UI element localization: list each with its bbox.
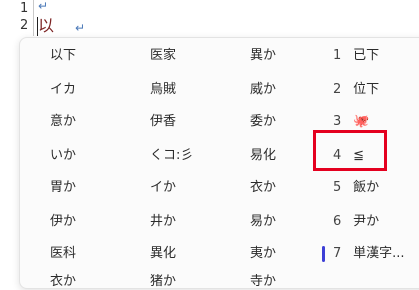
candidate-item[interactable]: 井か <box>150 214 176 230</box>
candidate-text: 位下 <box>353 82 380 97</box>
octopus-emoji-icon: 🐙 <box>353 114 370 129</box>
candidate-number: 1 <box>333 48 342 63</box>
numbered-candidate-1[interactable]: 1 已下 <box>333 48 379 64</box>
return-mark-icon: ↵ <box>75 21 86 35</box>
numbered-candidate-5[interactable]: 5 飯か <box>333 180 379 196</box>
candidate-item[interactable]: くコ:彡 <box>150 148 193 164</box>
candidate-item[interactable]: イか <box>150 180 176 196</box>
numbered-candidate-7[interactable]: 7 単漢字... <box>333 246 405 262</box>
candidate-item[interactable]: 医家 <box>150 48 176 64</box>
candidate-item[interactable]: 以下 <box>50 48 76 64</box>
candidate-item[interactable]: 伊か <box>50 214 76 230</box>
line-number: 2 <box>20 18 29 33</box>
text-caret <box>37 17 38 36</box>
candidate-number: 5 <box>333 180 342 195</box>
numbered-candidate-3[interactable]: 3 🐙 <box>333 114 369 130</box>
numbered-candidate-2[interactable]: 2 位下 <box>333 82 379 98</box>
candidate-item[interactable]: 異化 <box>150 246 176 262</box>
candidate-number: 2 <box>333 82 342 97</box>
candidate-text: 已下 <box>353 48 380 63</box>
candidate-item[interactable]: 衣か <box>50 274 76 290</box>
candidate-item[interactable]: 伊香 <box>150 114 176 130</box>
candidate-item[interactable]: イカ <box>50 82 76 98</box>
candidate-item[interactable]: 易か <box>250 214 276 230</box>
candidate-item[interactable]: 意か <box>50 114 76 130</box>
selection-indicator <box>322 246 325 262</box>
candidate-item[interactable]: 猪か <box>150 274 176 290</box>
candidate-text: 尹か <box>353 214 380 229</box>
return-mark-icon: ↵ <box>38 0 49 13</box>
candidate-item[interactable]: 寺か <box>250 274 276 290</box>
candidate-item[interactable]: 衣か <box>250 180 276 196</box>
candidate-text: 飯か <box>353 180 380 195</box>
candidate-number: 7 <box>333 246 342 261</box>
line-number: 1 <box>20 1 29 16</box>
candidate-item[interactable]: 胃か <box>50 180 76 196</box>
candidate-number: 3 <box>333 114 342 129</box>
candidate-number: 6 <box>333 214 342 229</box>
candidate-item[interactable]: 烏賊 <box>150 82 176 98</box>
candidate-item[interactable]: 易化 <box>250 148 276 164</box>
highlight-annotation-box <box>313 130 387 171</box>
line-gutter <box>33 0 34 36</box>
candidate-text: 単漢字... <box>353 246 405 261</box>
candidate-item[interactable]: 異か <box>250 48 276 64</box>
candidate-item[interactable]: 医科 <box>50 246 76 262</box>
candidate-item[interactable]: 夷か <box>250 246 276 262</box>
candidate-item[interactable]: 威か <box>250 82 276 98</box>
candidate-item[interactable]: いか <box>50 148 76 164</box>
numbered-candidate-6[interactable]: 6 尹か <box>333 214 379 230</box>
candidate-item[interactable]: 委か <box>250 114 276 130</box>
